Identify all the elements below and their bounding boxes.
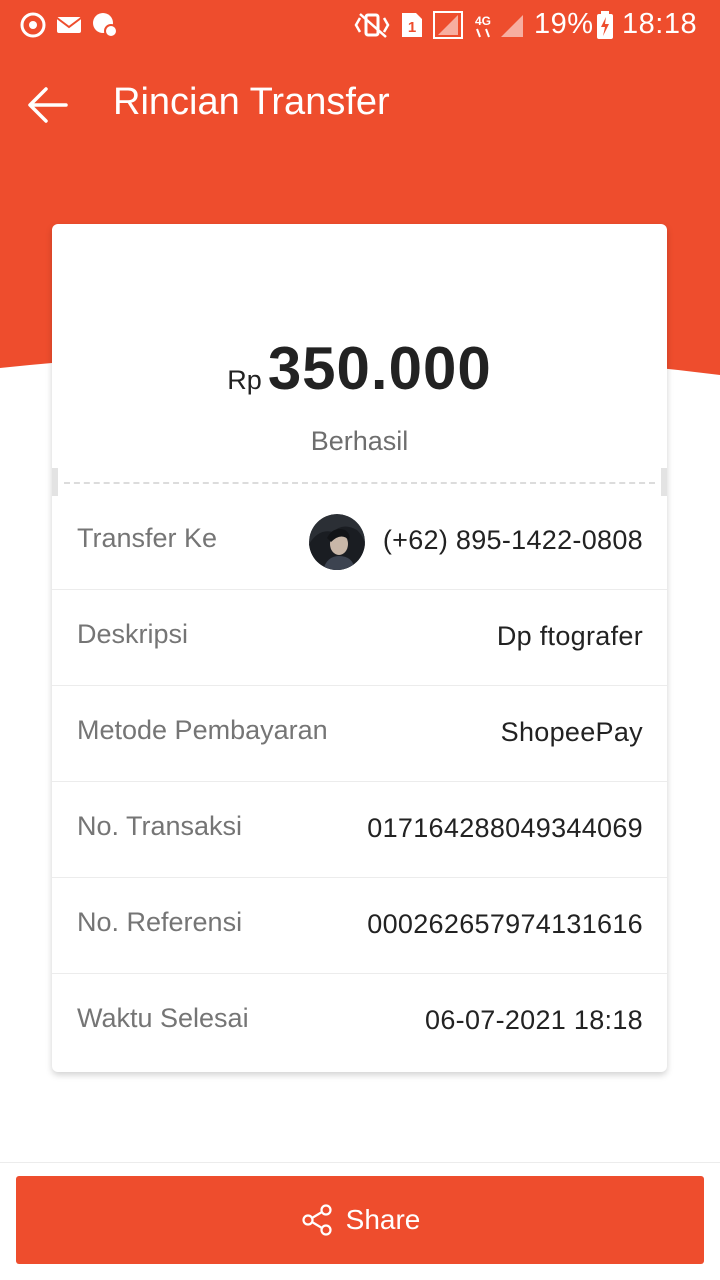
transaction-status: Berhasil — [310, 426, 409, 456]
4g-icon: 4G — [475, 14, 491, 38]
detail-label: No. Referensi — [77, 907, 243, 937]
detail-label: Metode Pembayaran — [77, 715, 328, 745]
bottom-divider — [0, 1162, 720, 1163]
share-icon — [302, 1204, 332, 1236]
sync-icon — [20, 12, 46, 38]
sim-icon: 1 — [402, 13, 422, 37]
detail-row-transaction-number: No. Transaksi 017164288049344069 — [52, 782, 667, 878]
battery-percentage: 19% — [534, 8, 594, 40]
detail-row-completion-time: Waktu Selesai 06-07-2021 18:18 — [52, 974, 667, 1069]
detail-label: Transfer Ke — [77, 523, 218, 553]
detail-value: Dp ftografer — [496, 621, 643, 651]
dashed-divider — [64, 482, 655, 484]
back-arrow-icon[interactable] — [20, 76, 78, 134]
messenger-icon — [93, 13, 118, 38]
detail-row-payment-method: Metode Pembayaran ShopeePay — [52, 686, 667, 782]
svg-text:1: 1 — [408, 19, 416, 36]
share-button[interactable]: Share — [16, 1176, 704, 1264]
battery-charging-icon — [597, 11, 613, 39]
detail-value: (+62) 895-1422-0808 — [382, 525, 643, 555]
detail-row-transfer-to: Transfer Ke (+62) 895-1422-0808 — [52, 494, 667, 590]
detail-label: Waktu Selesai — [77, 1003, 249, 1033]
currency-label: Rp — [227, 365, 262, 395]
status-bar: 1 4G 19% 18:18 — [0, 0, 720, 52]
card-notch-right — [661, 468, 667, 496]
share-button-content: Share — [16, 1176, 704, 1264]
vibrate-icon — [354, 13, 390, 38]
signal-icon — [501, 15, 523, 37]
recipient-avatar — [309, 514, 365, 570]
transfer-receipt-card: Rp 350.000 Berhasil Transfer Ke (+62) 895… — [52, 224, 667, 1072]
card-notch-left — [52, 468, 58, 496]
detail-list: Transfer Ke (+62) 895-1422-0808 Deskrips… — [52, 494, 667, 1069]
detail-value: ShopeePay — [500, 717, 643, 747]
detail-row-description: Deskripsi Dp ftografer — [52, 590, 667, 686]
detail-row-reference-number: No. Referensi 000262657974131616 — [52, 878, 667, 974]
mail-icon — [56, 17, 82, 33]
signal-icon — [433, 11, 463, 39]
detail-value: 06-07-2021 18:18 — [425, 1005, 643, 1035]
clock: 18:18 — [622, 8, 698, 40]
svg-text:4G: 4G — [475, 14, 491, 28]
detail-value: 017164288049344069 — [367, 813, 643, 843]
page-title: Rincian Transfer — [113, 81, 390, 123]
amount-value: 350.000 — [267, 335, 492, 402]
amount-display: Rp 350.000 — [52, 334, 667, 403]
share-label: Share — [345, 1204, 421, 1235]
detail-value: 000262657974131616 — [367, 909, 643, 939]
detail-label: No. Transaksi — [77, 811, 243, 841]
detail-label: Deskripsi — [77, 619, 189, 649]
